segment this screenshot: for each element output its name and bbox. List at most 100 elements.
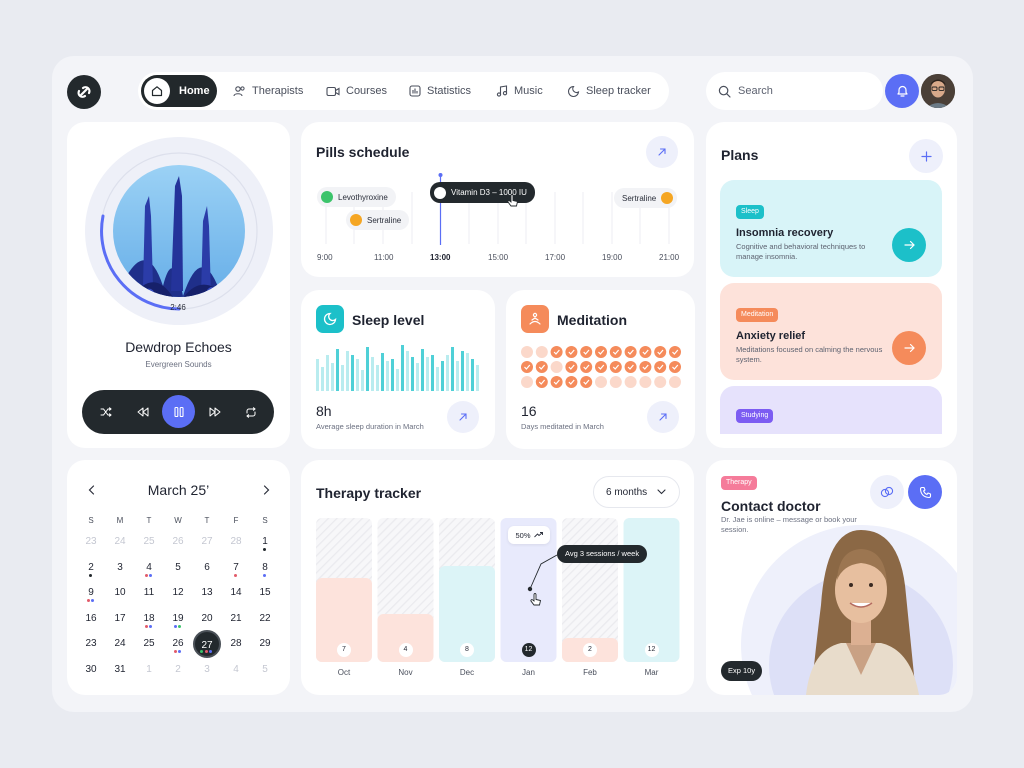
nav-therapists[interactable]: Therapists [233,72,303,110]
therapy-pct: 50% [515,530,531,540]
cursor-hand-icon [530,593,542,606]
therapy-bar[interactable] [623,518,680,662]
calendar-event-dots [88,573,92,577]
therapy-bar-value: 8 [460,643,474,657]
calendar-day[interactable]: 6 [195,556,219,580]
calendar-day[interactable]: 30 [79,658,103,682]
meditation-day-done [669,361,681,373]
pill-icon [434,186,446,199]
calendar-day[interactable]: 28 [224,632,248,656]
event-dot [262,548,266,551]
calendar-day[interactable]: 12 [166,581,190,605]
plan-tag: Studying [736,409,774,423]
meditation-card: Meditation 16 Days meditated in March [506,290,695,449]
calendar-day[interactable]: 21 [224,607,248,631]
calendar-day[interactable]: 3 [108,556,132,580]
calendar-day[interactable]: 14 [224,581,248,605]
nav-music[interactable]: Music [496,72,543,110]
calendar-day[interactable]: 13 [195,581,219,605]
meditation-days-grid [521,346,681,388]
calendar-day[interactable]: 5 [166,556,190,580]
calendar-day[interactable]: 24 [108,530,132,554]
search-placeholder: Search [738,85,773,97]
sleep-value: 8h [316,403,332,419]
arrow-right-icon [903,343,915,353]
calendar-day[interactable]: 23 [79,632,103,656]
pill-sertraline-morning[interactable]: Sertraline [346,210,410,230]
notifications-button[interactable] [885,74,919,108]
nav-statistics-label: Statistics [427,85,472,97]
nav-courses[interactable]: Courses [326,72,387,110]
pill-levothyroxine[interactable]: Levothyroxine [317,187,396,207]
calendar-day[interactable]: 16 [79,607,103,631]
meditation-day-done [595,346,607,358]
calendar-day[interactable]: 23 [79,530,103,554]
calendar-day[interactable]: 3 [195,658,219,682]
calendar-day[interactable]: 17 [108,607,132,631]
calendar-day[interactable]: 5 [253,658,277,682]
calendar-day-selected[interactable]: 27 [193,630,221,658]
bell-icon [896,85,908,97]
meditation-day-done [565,346,578,358]
sleep-open-button[interactable] [447,401,479,433]
nav-home[interactable]: Home [141,75,217,107]
plan-anxiety-relief[interactable]: Meditation Anxiety relief Meditations fo… [720,283,942,380]
calendar-day[interactable]: 25 [137,530,161,554]
plan-insomnia-recovery[interactable]: Sleep Insomnia recovery Cognitive and be… [720,180,942,277]
time-tick: 21:00 [659,253,680,262]
event-dot [149,624,153,628]
calendar-day[interactable]: 25 [137,632,161,656]
calendar-day[interactable]: 11 [137,581,161,605]
meditation-day-missed [535,346,548,358]
calendar-day[interactable]: 28 [224,530,248,554]
video-icon [326,86,340,97]
pill-vitamin-d3[interactable]: Vitamin D3 – 1000 IU [430,182,535,203]
pill-sertraline-evening[interactable]: Sertraline [614,188,678,208]
calendar-event-dots [86,599,95,602]
meditation-day-done [565,361,578,373]
previous-button[interactable] [129,398,157,426]
meditation-day-done [580,361,593,373]
calendar-day[interactable]: 1 [137,658,161,682]
calendar-next-button[interactable] [258,482,274,498]
meditation-day-missed [595,376,607,388]
plan-studying[interactable]: Studying [720,386,942,434]
calendar-day[interactable]: 20 [195,607,219,631]
arrow-up-right-icon [459,413,467,421]
meditation-day-done [639,346,652,358]
add-plan-button[interactable] [909,139,943,173]
user-avatar[interactable] [921,74,955,108]
doctor-chat-button[interactable] [870,475,904,509]
meditation-day-missed [550,361,563,373]
shuffle-button[interactable] [92,398,120,426]
calendar-day[interactable]: 31 [108,658,132,682]
repeat-button[interactable] [237,398,265,426]
plan-open-button[interactable] [892,228,926,262]
calendar-day[interactable]: 27 [195,530,219,554]
nav-sleep-tracker[interactable]: Sleep tracker [567,72,651,110]
app-logo[interactable] [67,75,101,109]
next-button[interactable] [201,398,229,426]
calendar-day[interactable]: 15 [253,581,277,605]
meditation-open-button[interactable] [647,401,679,433]
calendar-day[interactable]: 24 [108,632,132,656]
pill-sertraline-2-label: Sertraline [622,193,657,203]
calendar-day[interactable]: 26 [166,530,190,554]
plan-tag: Sleep [736,205,764,219]
calendar-day[interactable]: 10 [108,581,132,605]
calendar-day[interactable]: 29 [253,632,277,656]
search-field[interactable]: Search [706,72,883,110]
calendar-day[interactable]: 2 [166,658,190,682]
meditation-day-done [565,376,578,388]
meditation-day-done [521,361,533,373]
meditation-day-done [609,361,622,373]
calendar-event-dots [200,650,213,653]
pills-open-button[interactable] [646,136,678,168]
calendar-day[interactable]: 4 [224,658,248,682]
therapy-bar-value: 12 [521,643,536,657]
calendar-day[interactable]: 22 [253,607,277,631]
nav-statistics[interactable]: Statistics [409,72,471,110]
doctor-call-button[interactable] [908,475,942,509]
pause-button[interactable] [162,395,195,428]
plan-open-button[interactable] [892,331,926,365]
